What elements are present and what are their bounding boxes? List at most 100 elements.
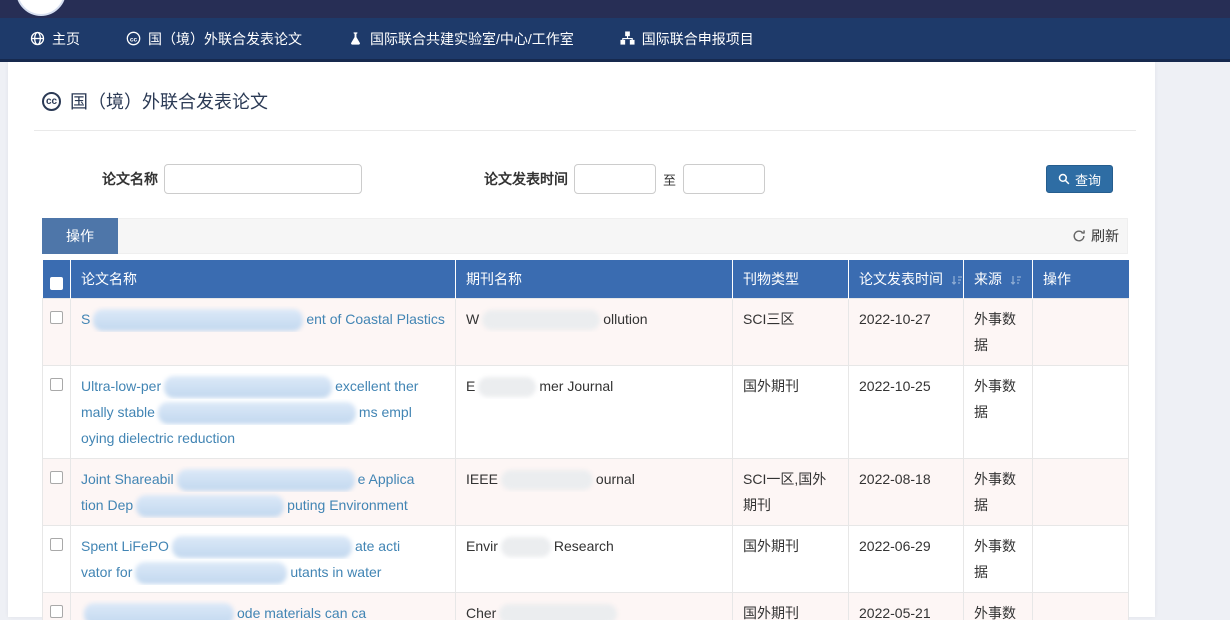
publish-date-cell: 2022-10-25 (849, 365, 964, 458)
col-header-source[interactable]: 来源 (964, 260, 1033, 298)
text-fragment: puting Environment (287, 497, 408, 513)
row-checkbox[interactable] (50, 605, 63, 618)
redacted-text (499, 604, 617, 620)
text-fragment: ms empl (359, 404, 412, 420)
publication-type-cell: SCI三区 (733, 298, 849, 365)
text-fragment: excellent ther (335, 378, 418, 394)
sort-icon[interactable] (951, 274, 963, 286)
text-fragment: Research (554, 538, 614, 554)
source-cell: 外事数据 (964, 458, 1033, 525)
paper-name-cell: ode materials can catalye pollutants dec… (71, 592, 456, 620)
sitemap-icon (620, 31, 635, 46)
nav-item-label: 国际联合申报项目 (642, 29, 754, 49)
nav-item-joint-projects[interactable]: 国际联合申报项目 (620, 29, 754, 49)
refresh-button[interactable]: 刷新 (1072, 226, 1119, 246)
redacted-text (482, 310, 600, 330)
select-all-checkbox[interactable] (50, 277, 63, 290)
redacted-text (84, 603, 234, 620)
paper-name-link[interactable]: ode materials can catalye pollutants dec… (81, 600, 445, 620)
paper-name-input[interactable] (164, 164, 362, 194)
journal-name-cell: Cher (456, 592, 733, 620)
paper-name-link[interactable]: Joint Shareabile Application Depputing E… (81, 466, 445, 518)
journal-name-cell: Wollution (456, 298, 733, 365)
table-header-row: 论文名称 期刊名称 刊物类型 论文发表时间 来源 操作 (43, 260, 1129, 298)
nav-item-label: 主页 (52, 29, 80, 49)
paper-name-link[interactable]: Ultra-low-perexcellent thermally stablem… (81, 373, 445, 451)
row-checkbox[interactable] (50, 378, 63, 391)
publication-type-cell: 国外期刊 (733, 525, 849, 592)
text-fragment: W (466, 311, 479, 327)
paper-name-link[interactable]: Sent of Coastal Plastics (81, 306, 445, 332)
action-cell (1033, 525, 1129, 592)
col-header-action: 操作 (1033, 260, 1129, 298)
divider (34, 130, 1136, 131)
text-fragment: mally stable (81, 404, 155, 420)
row-checkbox[interactable] (50, 538, 63, 551)
row-checkbox[interactable] (50, 471, 63, 484)
page-background: cc 国（境）外联合发表论文 论文名称 论文发表时间 至 查询 操作 (0, 62, 1230, 617)
nav-item-label: 国（境）外联合发表论文 (148, 29, 302, 49)
journal-name-text: Emer Journal (466, 373, 722, 399)
date-from-input[interactable] (574, 164, 656, 194)
row-checkbox[interactable] (50, 311, 63, 324)
checkbox-cell (43, 458, 71, 525)
table-body: Sent of Coastal Plastics Wollution SCI三区20… (43, 298, 1129, 620)
redacted-text (501, 470, 593, 490)
text-fragment: ate acti (355, 538, 400, 554)
nav-item-home[interactable]: 主页 (30, 29, 80, 49)
paper-name-link[interactable]: Spent LiFePOate activator forutants in w… (81, 533, 445, 585)
paper-name-cell: Ultra-low-perexcellent thermally stablem… (71, 365, 456, 458)
table-row: Spent LiFePOate activator forutants in w… (43, 525, 1129, 592)
site-logo: ·········· (16, 0, 66, 16)
col-header-journal-name[interactable]: 期刊名称 (456, 260, 733, 298)
text-fragment: S (81, 311, 90, 327)
cc-icon: cc (126, 31, 141, 46)
nav-item-joint-labs[interactable]: 国际联合共建实验室/中心/工作室 (348, 29, 574, 49)
checkbox-cell (43, 298, 71, 365)
redacted-text (172, 536, 352, 558)
col-header-publication-type[interactable]: 刊物类型 (733, 260, 849, 298)
page-title: cc 国（境）外联合发表论文 (42, 88, 1128, 114)
journal-name-text: Wollution (466, 306, 722, 332)
publication-type-cell: 国外期刊 (733, 592, 849, 620)
text-fragment: utants in water (290, 564, 381, 580)
action-button[interactable]: 操作 (42, 218, 118, 254)
text-fragment: tion Dep (81, 497, 133, 513)
source-cell: 外事数据 (964, 298, 1033, 365)
nav-item-joint-papers[interactable]: cc 国（境）外联合发表论文 (126, 29, 302, 49)
cc-icon: cc (42, 92, 61, 111)
flask-icon (348, 31, 363, 46)
papers-table: 论文名称 期刊名称 刊物类型 论文发表时间 来源 操作 Sent of Coas… (42, 260, 1129, 620)
source-cell: 外事数据 (964, 592, 1033, 620)
refresh-label: 刷新 (1091, 226, 1119, 246)
query-button[interactable]: 查询 (1046, 165, 1113, 193)
refresh-icon (1072, 229, 1086, 243)
action-cell (1033, 298, 1129, 365)
table-row: Joint Shareabile Application Depputing E… (43, 458, 1129, 525)
text-fragment: oying dielectric reduction (81, 430, 235, 446)
page-title-text: 国（境）外联合发表论文 (70, 88, 268, 114)
action-cell (1033, 458, 1129, 525)
sort-icon[interactable] (1010, 274, 1022, 286)
journal-name-text: IEEEournal (466, 466, 722, 492)
table-row: Sent of Coastal PlasticsWollutionSCI三区20… (43, 298, 1129, 365)
text-fragment: Spent LiFePO (81, 538, 169, 554)
source-cell: 外事数据 (964, 365, 1033, 458)
publication-type-cell: 国外期刊 (733, 365, 849, 458)
text-fragment: Cher (466, 605, 496, 620)
col-header-paper-name[interactable]: 论文名称 (71, 260, 456, 298)
action-cell (1033, 365, 1129, 458)
date-to-input[interactable] (683, 164, 765, 194)
redacted-text (158, 402, 356, 424)
nav-item-label: 国际联合共建实验室/中心/工作室 (370, 29, 574, 49)
svg-text:cc: cc (130, 36, 138, 43)
text-fragment: ollution (603, 311, 647, 327)
redacted-text (93, 309, 303, 331)
redacted-text (478, 377, 536, 397)
paper-name-cell: Sent of Coastal Plastics (71, 298, 456, 365)
col-header-publish-date[interactable]: 论文发表时间 (849, 260, 964, 298)
publication-type-cell: SCI一区,国外期刊 (733, 458, 849, 525)
journal-name-cell: EnvirResearch (456, 525, 733, 592)
text-fragment: ode materials can ca (237, 605, 366, 620)
search-icon (1058, 173, 1070, 185)
